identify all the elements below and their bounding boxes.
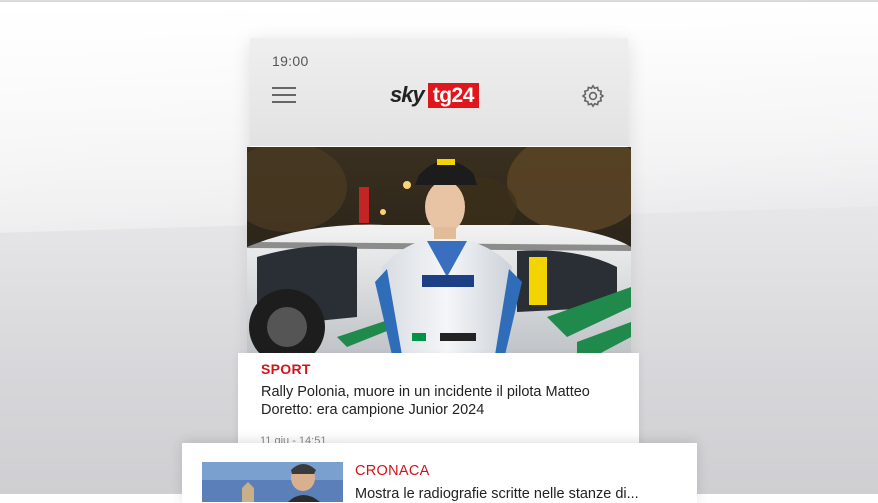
thumbnail-photo bbox=[202, 462, 343, 502]
article-category: CRONACA bbox=[355, 463, 430, 479]
app-header: 19:00 sky tg24 bbox=[250, 38, 628, 146]
sky-tg24-logo[interactable]: sky tg24 bbox=[390, 82, 479, 108]
article-title[interactable]: Mostra le radiografie scritte nelle stan… bbox=[355, 485, 675, 503]
gear-icon[interactable] bbox=[581, 84, 605, 108]
article-title[interactable]: Rally Polonia, muore in un incidente il … bbox=[261, 383, 621, 419]
logo-sky-text: sky bbox=[390, 82, 425, 107]
top-divider bbox=[0, 0, 878, 2]
article-category: SPORT bbox=[261, 361, 311, 377]
status-time: 19:00 bbox=[272, 53, 309, 69]
hero-article-card[interactable]: SPORT Rally Polonia, muore in un inciden… bbox=[238, 353, 639, 447]
hamburger-menu-icon[interactable] bbox=[272, 87, 296, 104]
second-article-thumbnail[interactable] bbox=[202, 462, 343, 502]
logo-tg24-text: tg24 bbox=[427, 82, 479, 108]
rally-driver-photo bbox=[247, 147, 631, 355]
hero-article-image[interactable] bbox=[247, 147, 631, 355]
second-article-card[interactable]: CRONACA Mostra le radiografie scritte ne… bbox=[182, 443, 697, 503]
